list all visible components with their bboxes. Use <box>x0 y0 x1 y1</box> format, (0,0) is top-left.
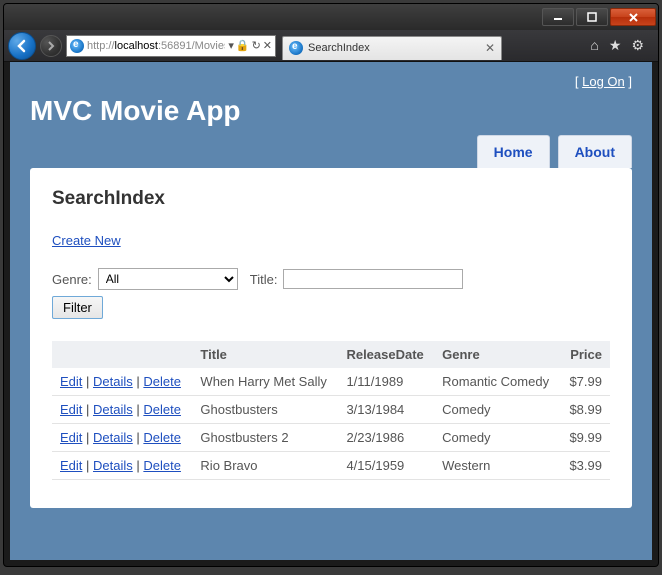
cell-genre: Western <box>434 452 560 480</box>
minimize-button[interactable] <box>542 8 574 26</box>
settings-icon[interactable]: ⚙ <box>631 37 644 54</box>
browser-toolbar: http://localhost:56891/Movies/Se ▾ 🔒 ↻ ✕… <box>4 30 658 62</box>
col-title: Title <box>192 341 338 368</box>
content-card: SearchIndex Create New Genre: All Title:… <box>30 168 632 508</box>
cell-release: 3/13/1984 <box>338 396 434 424</box>
page-body: [ Log On ] MVC Movie App Home About Sear… <box>10 62 652 528</box>
maximize-button[interactable] <box>576 8 608 26</box>
logon-link[interactable]: Log On <box>582 74 625 89</box>
cell-genre: Comedy <box>434 396 560 424</box>
col-genre: Genre <box>434 341 560 368</box>
row-actions: Edit | Details | Delete <box>52 396 192 424</box>
delete-link[interactable]: Delete <box>143 458 181 473</box>
tab-strip: SearchIndex ✕ <box>282 32 576 60</box>
delete-link[interactable]: Delete <box>143 374 181 389</box>
movies-table: Title ReleaseDate Genre Price Edit | Det… <box>52 341 610 480</box>
nav-about[interactable]: About <box>558 135 632 168</box>
cell-genre: Comedy <box>434 424 560 452</box>
edit-link[interactable]: Edit <box>60 458 82 473</box>
logon-area: [ Log On ] <box>30 74 632 89</box>
chrome-buttons: ⌂ ★ ⚙ <box>580 37 654 54</box>
delete-link[interactable]: Delete <box>143 402 181 417</box>
title-label: Title: <box>250 272 278 287</box>
cell-price: $8.99 <box>560 396 610 424</box>
genre-select[interactable]: All <box>98 268 238 290</box>
table-row: Edit | Details | DeleteGhostbusters 22/2… <box>52 424 610 452</box>
details-link[interactable]: Details <box>93 458 133 473</box>
page-viewport: [ Log On ] MVC Movie App Home About Sear… <box>10 62 652 560</box>
lock-icon[interactable]: 🔒 <box>236 39 250 52</box>
cell-release: 1/11/1989 <box>338 368 434 396</box>
genre-label: Genre: <box>52 272 92 287</box>
cell-price: $7.99 <box>560 368 610 396</box>
arrow-right-icon <box>46 41 56 51</box>
cell-price: $3.99 <box>560 452 610 480</box>
ie-icon <box>70 39 84 53</box>
nav-home[interactable]: Home <box>477 135 550 168</box>
cell-title: When Harry Met Sally <box>192 368 338 396</box>
search-dropdown-icon[interactable]: ▾ <box>228 39 234 52</box>
table-row: Edit | Details | DeleteWhen Harry Met Sa… <box>52 368 610 396</box>
edit-link[interactable]: Edit <box>60 402 82 417</box>
create-new-link[interactable]: Create New <box>52 233 121 248</box>
home-icon[interactable]: ⌂ <box>590 37 598 54</box>
details-link[interactable]: Details <box>93 374 133 389</box>
stop-icon[interactable]: ✕ <box>263 39 272 52</box>
table-row: Edit | Details | DeleteRio Bravo4/15/195… <box>52 452 610 480</box>
cell-release: 4/15/1959 <box>338 452 434 480</box>
table-row: Edit | Details | DeleteGhostbusters3/13/… <box>52 396 610 424</box>
address-bar[interactable]: http://localhost:56891/Movies/Se ▾ 🔒 ↻ ✕ <box>66 35 276 57</box>
app-title: MVC Movie App <box>30 95 632 127</box>
col-release: ReleaseDate <box>338 341 434 368</box>
url-text: http://localhost:56891/Movies/Se <box>87 40 225 52</box>
cell-price: $9.99 <box>560 424 610 452</box>
nav-tabs: Home About <box>30 135 632 168</box>
cell-title: Ghostbusters 2 <box>192 424 338 452</box>
tab-close-icon[interactable]: ✕ <box>485 41 495 55</box>
table-header-row: Title ReleaseDate Genre Price <box>52 341 610 368</box>
maximize-icon <box>587 12 597 22</box>
window-frame: http://localhost:56891/Movies/Se ▾ 🔒 ↻ ✕… <box>3 3 659 567</box>
filter-button[interactable]: Filter <box>52 296 103 319</box>
browser-tab[interactable]: SearchIndex ✕ <box>282 36 502 60</box>
close-icon <box>628 12 639 23</box>
forward-button[interactable] <box>40 35 62 57</box>
row-actions: Edit | Details | Delete <box>52 368 192 396</box>
filter-row: Genre: All Title: <box>52 268 610 290</box>
row-actions: Edit | Details | Delete <box>52 452 192 480</box>
col-actions <box>52 341 192 368</box>
back-button[interactable] <box>8 32 36 60</box>
arrow-left-icon <box>15 39 29 53</box>
titlebar <box>4 4 658 30</box>
close-button[interactable] <box>610 8 656 26</box>
refresh-icon[interactable]: ↻ <box>252 39 261 52</box>
edit-link[interactable]: Edit <box>60 430 82 445</box>
delete-link[interactable]: Delete <box>143 430 181 445</box>
cell-genre: Romantic Comedy <box>434 368 560 396</box>
ie-icon <box>289 41 303 55</box>
title-input[interactable] <box>283 269 463 289</box>
favorites-icon[interactable]: ★ <box>609 37 622 54</box>
details-link[interactable]: Details <box>93 402 133 417</box>
page-heading: SearchIndex <box>52 188 610 210</box>
details-link[interactable]: Details <box>93 430 133 445</box>
cell-title: Rio Bravo <box>192 452 338 480</box>
row-actions: Edit | Details | Delete <box>52 424 192 452</box>
col-price: Price <box>560 341 610 368</box>
minimize-icon <box>553 12 563 22</box>
cell-release: 2/23/1986 <box>338 424 434 452</box>
tab-title: SearchIndex <box>308 42 480 54</box>
cell-title: Ghostbusters <box>192 396 338 424</box>
edit-link[interactable]: Edit <box>60 374 82 389</box>
